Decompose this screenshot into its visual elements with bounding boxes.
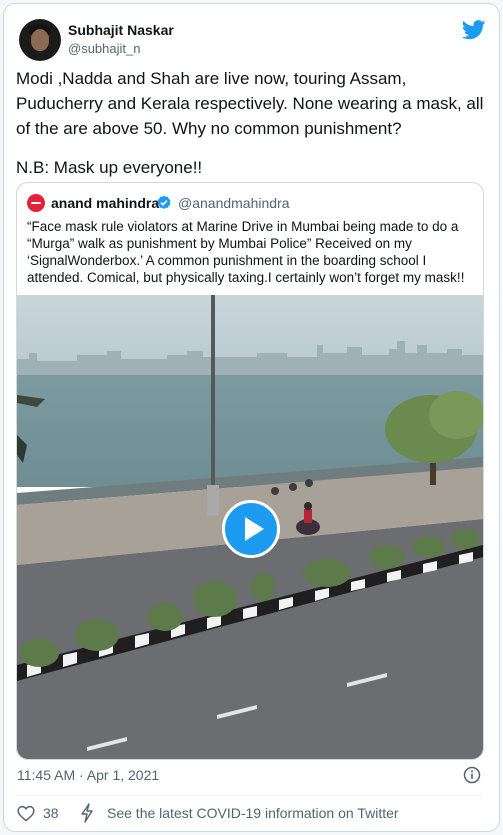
quoted-author-handle[interactable]: @anandmahindra	[178, 195, 290, 211]
author-name[interactable]: Subhajit Naskar	[68, 22, 174, 38]
tweet-timestamp[interactable]: 11:45 AM · Apr 1, 2021	[17, 767, 159, 783]
quoted-author-name[interactable]: anand mahindra	[51, 195, 159, 211]
author-handle[interactable]: @subhajit_n	[68, 41, 140, 56]
divider	[16, 795, 482, 796]
info-icon[interactable]	[463, 766, 481, 784]
quoted-text: “Face mask rule violators at Marine Driv…	[27, 219, 465, 285]
quoted-tweet[interactable]: anand mahindra @anandmahindra “Face mask…	[16, 182, 484, 760]
play-icon[interactable]	[222, 500, 280, 558]
like-count[interactable]: 38	[43, 805, 59, 821]
twitter-bird-icon[interactable]	[462, 20, 486, 40]
lightning-icon	[81, 803, 93, 823]
tweet-note: N.B: Mask up everyone!!	[16, 158, 203, 177]
tweet-text: Modi ,Nadda and Shah are live now, touri…	[16, 69, 484, 138]
verified-badge-icon	[157, 195, 171, 209]
heart-icon[interactable]	[17, 805, 35, 822]
quoted-avatar[interactable]	[27, 194, 45, 212]
covid-info-link[interactable]: See the latest COVID-19 information on T…	[107, 805, 399, 821]
author-avatar[interactable]	[19, 19, 61, 61]
